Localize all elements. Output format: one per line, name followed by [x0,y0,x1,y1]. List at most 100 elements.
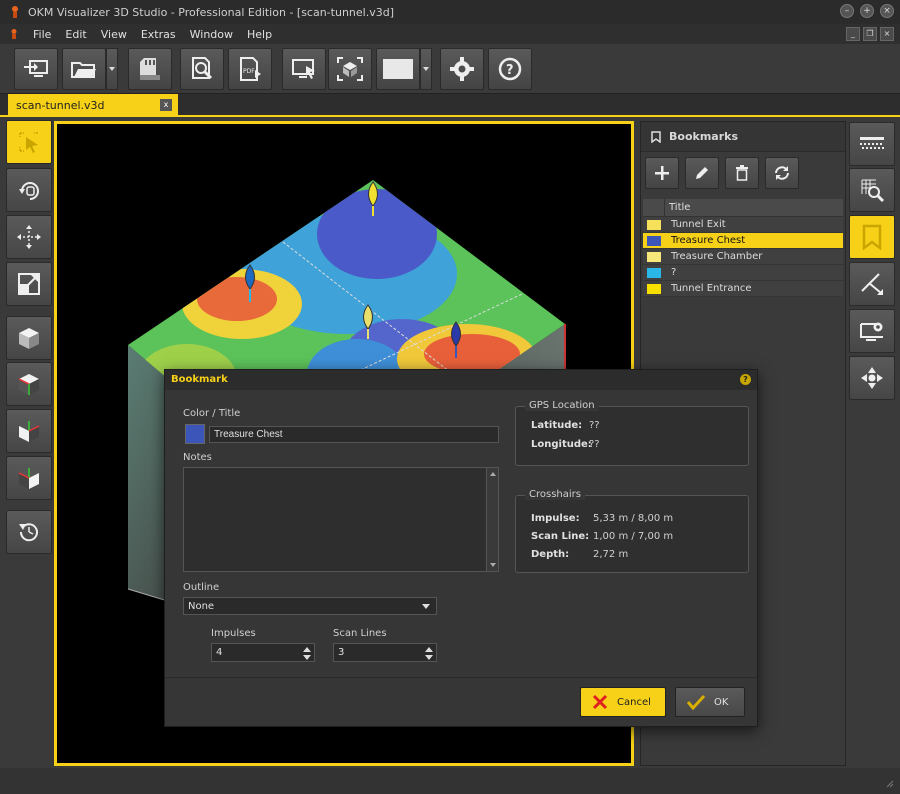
device-settings-button[interactable] [849,309,895,353]
longitude-value: ?? [589,439,600,450]
resize-grip-icon[interactable] [884,778,894,788]
plus-icon [655,166,669,180]
view-side-button[interactable] [6,456,52,500]
select-tool-button[interactable] [6,120,52,164]
rotate-hand-icon [19,182,39,200]
menu-view[interactable]: View [94,28,134,41]
menu-help[interactable]: Help [240,28,279,41]
help-icon: ? [498,57,522,81]
color-dropdown-button[interactable] [420,48,432,90]
settings-button[interactable] [440,48,484,90]
doc-minimize-button[interactable]: _ [846,27,860,41]
pencil-icon [696,167,708,179]
navigation-button[interactable] [849,356,895,400]
bookmark-row[interactable]: Tunnel Entrance [643,281,843,297]
document-tab[interactable]: scan-tunnel.v3d x [8,94,178,117]
outline-value: None [188,601,215,612]
column-title-header[interactable]: Title [665,199,694,216]
latitude-value: ?? [589,420,600,431]
minimize-button[interactable]: – [840,4,854,18]
bookmarks-table: Title Tunnel Exit Treasure Chest Treasure … [643,199,843,297]
longitude-label: Longitude: [531,439,592,450]
view-iso-button[interactable] [6,316,52,360]
monitor-transfer-icon [24,60,48,77]
view-top-button[interactable] [6,362,52,406]
doc-close-button[interactable]: × [880,27,894,41]
ok-label: OK [714,696,729,708]
reset-rotate-icon [19,523,38,542]
rotate-tool-button[interactable] [6,168,52,212]
svg-text:PDF: PDF [243,68,255,75]
bookmark-row[interactable]: Treasure Chamber [643,249,843,265]
scan-lines-spinbox[interactable]: 3 [333,643,437,662]
spin-arrows-icon[interactable] [302,646,312,660]
title-bar: OKM Visualizer 3D Studio - Professional … [0,0,900,24]
spin-arrows-icon[interactable] [424,646,434,660]
checkmark-icon [686,694,706,711]
document-tab-label: scan-tunnel.v3d [16,99,105,112]
outline-select[interactable]: None [183,597,437,615]
menu-window[interactable]: Window [183,28,240,41]
edit-bookmark-button[interactable] [685,157,719,189]
measure-button[interactable] [849,262,895,306]
scroll-down-icon[interactable] [490,563,496,567]
settings-icon [450,57,474,81]
open-dropdown-button[interactable] [106,48,118,90]
color-swatch-button[interactable] [185,424,205,444]
impulses-label: Impulses [211,628,256,639]
transfer-button[interactable] [14,48,58,90]
zoom-tool-button[interactable] [6,262,52,306]
doc-restore-button[interactable]: ❐ [863,27,877,41]
main-toolbar: PDF ? [0,44,900,94]
impulses-spinbox[interactable]: 4 [211,643,315,662]
notes-scrollbar[interactable] [486,468,498,571]
color-button[interactable] [376,48,420,90]
sd-card-button[interactable] [128,48,172,90]
screen-gear-icon [860,322,883,341]
open-button[interactable] [62,48,106,90]
dialog-help-icon[interactable]: ? [740,374,751,385]
grid-zoom-button[interactable] [849,168,895,212]
notes-label: Notes [183,452,212,463]
surface-view-button[interactable] [849,122,895,166]
add-bookmark-button[interactable] [645,157,679,189]
scan-line-label: Scan Line: [531,531,590,542]
impulse-value: 5,33 m / 8,00 m [593,513,674,524]
cube-frame-button[interactable] [328,48,372,90]
app-menu-icon[interactable] [8,28,20,40]
pdf-export-button[interactable]: PDF [228,48,272,90]
refresh-bookmarks-button[interactable] [765,157,799,189]
bookmark-tab-icon [862,224,882,250]
pan-tool-button[interactable] [6,215,52,259]
close-tab-icon[interactable]: x [160,99,172,111]
refresh-icon [775,166,789,180]
notes-textarea[interactable] [183,467,499,572]
bookmarks-panel-button[interactable] [849,215,895,259]
ok-button[interactable]: OK [675,687,745,717]
maximize-button[interactable]: + [860,4,874,18]
screen-select-button[interactable] [282,48,326,90]
view-front-button[interactable] [6,409,52,453]
close-button[interactable]: × [880,4,894,18]
bookmark-row[interactable]: Tunnel Exit [643,217,843,233]
bookmark-row[interactable]: Treasure Chest [643,233,843,249]
open-folder-icon [71,62,96,78]
color-rect-icon [383,59,413,79]
bookmark-color-swatch [647,251,661,262]
resize-box-icon [18,273,40,295]
bookmark-title: Treasure Chest [671,235,746,246]
scroll-up-icon[interactable] [490,472,496,476]
help-button[interactable]: ? [488,48,532,90]
zoom-page-button[interactable] [180,48,224,90]
sd-card-icon [140,58,160,80]
menu-edit[interactable]: Edit [58,28,93,41]
delete-bookmark-button[interactable] [725,157,759,189]
menu-extras[interactable]: Extras [134,28,183,41]
menu-file[interactable]: File [26,28,58,41]
title-input[interactable] [209,426,499,443]
cancel-button[interactable]: Cancel [580,687,666,717]
crosshairs-group-title: Crosshairs [525,489,585,500]
move-arrows-icon [17,225,41,249]
bookmark-row[interactable]: ? [643,265,843,281]
reset-view-button[interactable] [6,510,52,554]
